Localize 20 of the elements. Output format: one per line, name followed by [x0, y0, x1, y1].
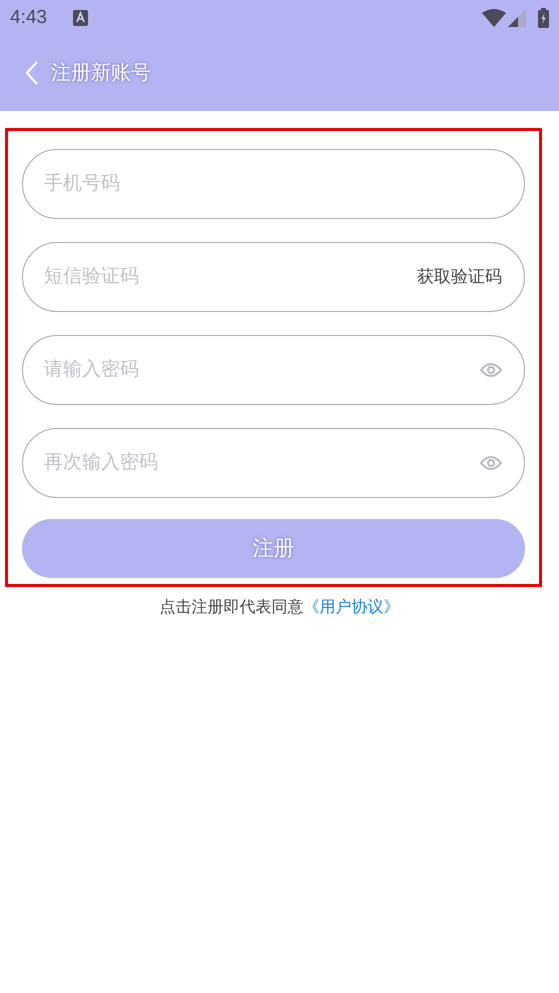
back-icon[interactable]	[25, 60, 39, 86]
signal-icon	[508, 9, 526, 27]
notification-icon	[72, 10, 88, 26]
wifi-icon	[482, 9, 506, 27]
page-title: 注册新账号	[51, 60, 151, 86]
eye-icon[interactable]	[480, 363, 502, 377]
input-field[interactable]: 再次输入密码	[22, 428, 525, 498]
input-field[interactable]: 请输入密码	[22, 335, 525, 405]
text-input[interactable]: 再次输入密码	[44, 448, 480, 478]
eye-icon[interactable]	[480, 456, 502, 470]
text-input[interactable]: 手机号码	[44, 170, 502, 198]
get-code-button[interactable]: 获取验证码	[417, 264, 502, 290]
input-field[interactable]: 手机号码	[22, 149, 525, 219]
text-input[interactable]: 请输入密码	[44, 356, 480, 384]
status-time: 4:43	[10, 6, 47, 30]
agreement-text: 点击注册即代表同意《用户协议》	[160, 598, 400, 618]
text-input[interactable]: 短信验证码	[44, 262, 417, 292]
user-agreement-link[interactable]: 《用户协议》	[304, 599, 400, 616]
battery-icon	[538, 8, 549, 28]
input-field[interactable]: 短信验证码 获取验证码	[22, 242, 525, 312]
